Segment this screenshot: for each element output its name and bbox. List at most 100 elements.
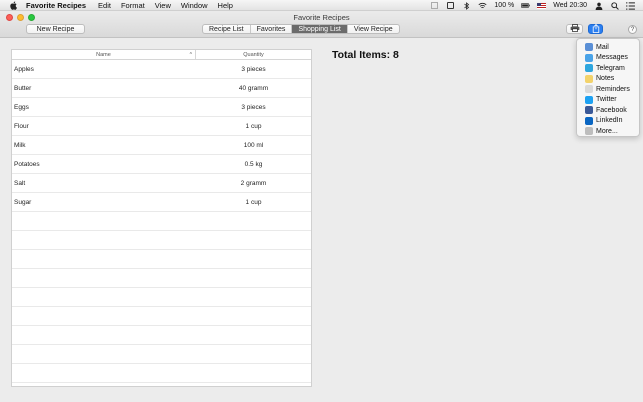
table-body: Apples 3 pieces Butter 40 gramm Eggs 3 pieces… (12, 60, 311, 383)
print-button[interactable] (566, 24, 583, 34)
user-icon[interactable] (594, 1, 603, 10)
table-row[interactable]: Eggs 3 pieces (12, 98, 311, 117)
share-menu-item-notes[interactable]: Notes (577, 74, 639, 85)
more-icon (585, 127, 593, 136)
empty-row (12, 364, 311, 383)
new-recipe-button[interactable]: New Recipe (26, 24, 85, 34)
bluetooth-icon[interactable] (462, 1, 471, 10)
share-menu-item-facebook[interactable]: Facebook (577, 105, 639, 116)
telegram-icon (585, 64, 593, 73)
table-row[interactable]: Apples 3 pieces (12, 60, 311, 79)
screenshot-icon[interactable] (446, 1, 455, 10)
item-name-cell: Apples (14, 65, 34, 73)
window-tile-icon[interactable] (430, 1, 439, 10)
empty-row (12, 288, 311, 307)
item-quantity-cell: 3 pieces (241, 65, 266, 73)
item-name-cell: Milk (14, 141, 26, 149)
item-quantity-cell: 0.5 kg (244, 160, 263, 168)
item-quantity-cell: 2 gramm (240, 179, 267, 187)
input-source-flag-icon[interactable] (537, 1, 547, 10)
table-row[interactable]: Salt 2 gramm (12, 174, 311, 193)
item-name-cell: Flour (14, 122, 29, 130)
view-segmented-control: Recipe List Favorites Shopping List View… (202, 24, 400, 34)
menu-bar: Favorite Recipes Edit Format View Window… (0, 0, 643, 11)
column-header-name-label: Name (96, 51, 111, 58)
empty-row (12, 250, 311, 269)
clock[interactable]: Wed 20:30 (553, 2, 587, 9)
wifi-icon[interactable] (478, 1, 487, 10)
share-menu-item-label: Twitter (596, 96, 617, 104)
item-quantity-cell: 1 cup (245, 198, 262, 206)
table-header: Name ^ Quantity (12, 50, 311, 60)
table-row[interactable]: Potatoes 0.5 kg (12, 155, 311, 174)
facebook-icon (585, 106, 593, 115)
shopping-list-table: Name ^ Quantity Apples 3 pieces Butter 40 g… (11, 49, 312, 387)
status-area: 100 % Wed 20:30 (430, 0, 635, 11)
window-toolbar: Favorite Recipes New Recipe Recipe List … (0, 11, 643, 38)
item-name-cell: Salt (14, 179, 26, 187)
tab-favorites[interactable]: Favorites (251, 25, 293, 33)
item-quantity-cell: 100 ml (243, 141, 264, 149)
menu-edit[interactable]: Edit (98, 1, 111, 10)
share-menu-item-label: LinkedIn (596, 117, 623, 125)
empty-row (12, 307, 311, 326)
battery-icon[interactable] (521, 1, 531, 10)
empty-row (12, 345, 311, 364)
table-row[interactable]: Flour 1 cup (12, 117, 311, 136)
battery-percent: 100 % (494, 2, 515, 9)
menu-window[interactable]: Window (181, 1, 208, 10)
twitter-icon (585, 95, 593, 104)
tab-view-recipe[interactable]: View Recipe (348, 25, 399, 33)
menu-help[interactable]: Help (218, 1, 233, 10)
item-quantity-cell: 3 pieces (241, 103, 266, 111)
table-row[interactable]: Butter 40 gramm (12, 79, 311, 98)
spotlight-search-icon[interactable] (610, 1, 619, 10)
share-menu-item-telegram[interactable]: Telegram (577, 63, 639, 74)
sort-ascending-icon: ^ (189, 51, 192, 58)
share-menu-item-label: Messages (596, 54, 628, 62)
menu-format[interactable]: Format (121, 1, 145, 10)
table-row[interactable]: Sugar 1 cup (12, 193, 311, 212)
tab-recipe-list[interactable]: Recipe List (203, 25, 251, 33)
share-menu: Mail Messages Telegram Notes Reminders Twitte… (576, 38, 640, 137)
share-menu-item-mail[interactable]: Mail (577, 42, 639, 53)
printer-icon (570, 24, 580, 34)
share-menu-item-reminders[interactable]: Reminders (577, 84, 639, 95)
empty-row (12, 231, 311, 250)
column-header-quantity[interactable]: Quantity (196, 50, 311, 59)
messages-icon (585, 53, 593, 62)
share-menu-item-label: Reminders (596, 85, 630, 93)
linkedin-icon (585, 116, 593, 125)
share-menu-item-label: More... (596, 127, 618, 135)
apple-menu-icon[interactable] (10, 1, 18, 10)
notification-center-icon[interactable] (626, 1, 635, 10)
empty-row (12, 212, 311, 231)
notes-icon (585, 74, 593, 83)
share-menu-item-more[interactable]: More... (577, 126, 639, 137)
menu-app-name[interactable]: Favorite Recipes (26, 1, 86, 10)
item-quantity-cell: 1 cup (245, 122, 262, 130)
column-header-name[interactable]: Name ^ (12, 50, 196, 59)
share-menu-item-messages[interactable]: Messages (577, 53, 639, 64)
share-menu-item-linkedin[interactable]: LinkedIn (577, 116, 639, 127)
help-button[interactable]: ? (628, 25, 637, 34)
item-quantity-cell: 40 gramm (238, 84, 269, 92)
empty-row (12, 326, 311, 345)
item-name-cell: Eggs (14, 103, 29, 111)
share-button[interactable] (588, 23, 603, 35)
item-name-cell: Butter (14, 84, 32, 92)
mail-icon (585, 43, 593, 52)
menu-view[interactable]: View (155, 1, 171, 10)
total-items-label: Total Items: 8 (332, 49, 399, 61)
table-row[interactable]: Milk 100 ml (12, 136, 311, 155)
share-menu-item-label: Telegram (596, 64, 625, 72)
share-menu-item-label: Notes (596, 75, 615, 83)
share-menu-item-label: Mail (596, 43, 609, 51)
empty-row (12, 269, 311, 288)
reminders-icon (585, 85, 593, 94)
item-name-cell: Potatoes (14, 160, 40, 168)
tab-shopping-list[interactable]: Shopping List (292, 25, 348, 33)
share-icon (592, 23, 600, 35)
share-menu-item-label: Facebook (596, 106, 627, 114)
share-menu-item-twitter[interactable]: Twitter (577, 95, 639, 106)
